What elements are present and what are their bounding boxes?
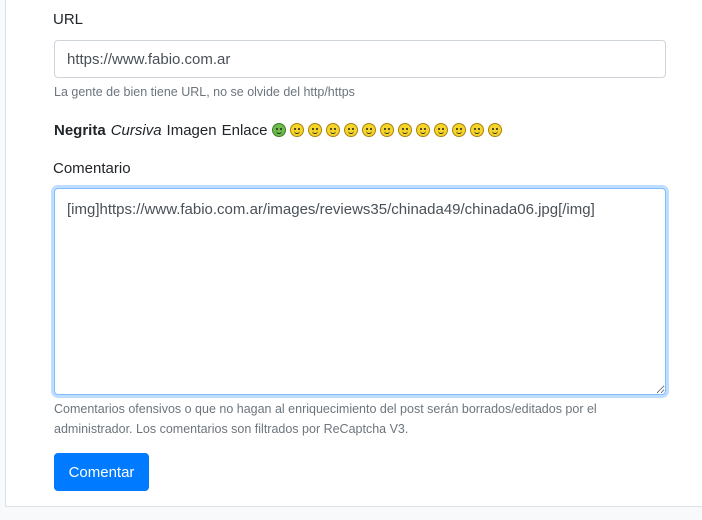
submit-comment-button[interactable]: Comentar [54,453,149,491]
url-help-text: La gente de bien tiene URL, no se olvide… [54,85,355,99]
laugh-icon[interactable] [488,123,503,137]
rolleyes-icon[interactable] [416,123,431,137]
comment-help-text: Comentarios ofensivos o que no hagan al … [54,402,597,436]
confused-icon[interactable] [398,123,413,137]
italic-button[interactable]: Cursiva [111,122,162,139]
happy-icon[interactable] [308,123,323,137]
sad-icon[interactable] [344,123,359,137]
url-input[interactable] [54,40,666,78]
comment-textarea[interactable]: [img]https://www.fabio.com.ar/images/rev… [54,188,666,395]
tongue-icon[interactable] [326,123,341,137]
image-button[interactable]: Imagen [167,122,217,139]
shocked-icon[interactable] [470,123,485,137]
cool-icon[interactable] [380,123,395,137]
meh-icon[interactable] [452,123,467,137]
neutral-icon[interactable] [434,123,449,137]
smile-icon[interactable] [290,123,305,137]
frown-icon[interactable] [362,123,377,137]
grin-green-icon[interactable] [272,123,287,137]
format-toolbar: Negrita Cursiva Imagen Enlace [54,120,506,140]
link-button[interactable]: Enlace [222,122,268,139]
url-label: URL [53,11,84,28]
emoticon-list [272,123,506,137]
bold-button[interactable]: Negrita [54,122,106,139]
comment-label: Comentario [53,160,131,177]
